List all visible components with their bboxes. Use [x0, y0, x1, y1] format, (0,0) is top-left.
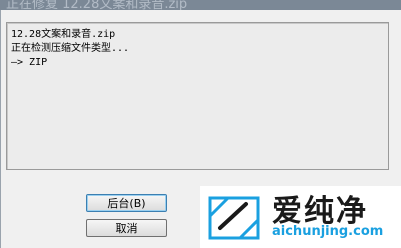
log-line: 12.28文案和录音.zip	[11, 29, 116, 40]
watermark: 爱纯净 aichunjing.com	[200, 186, 401, 248]
log-line: 正在检测压缩文件类型...	[11, 43, 130, 54]
window-title: 正在修复 12.28文案和录音.zip	[6, 0, 188, 10]
log-output: 12.28文案和录音.zip 正在检测压缩文件类型... —> ZIP	[6, 22, 389, 170]
log-line: —> ZIP	[11, 57, 48, 68]
title-bar: 正在修复 12.28文案和录音.zip	[0, 0, 401, 10]
window-frame	[0, 10, 1, 248]
background-button[interactable]: 后台(B)	[86, 194, 167, 212]
watermark-url: aichunjing.com	[272, 224, 384, 239]
cancel-button[interactable]: 取消	[86, 219, 167, 237]
aichunjing-logo-icon	[208, 196, 260, 240]
